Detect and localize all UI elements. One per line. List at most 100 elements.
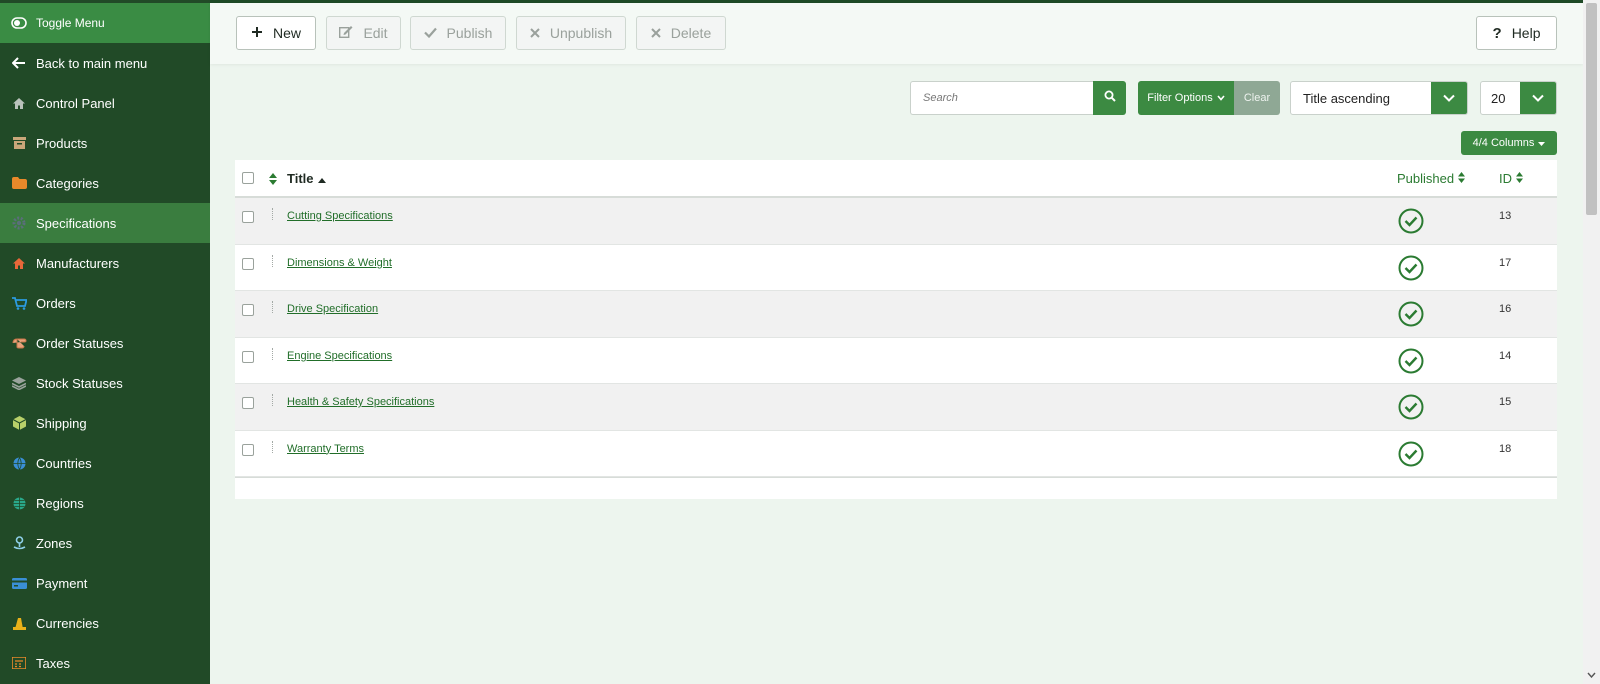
row-title-link[interactable]: Health & Safety Specifications: [287, 396, 434, 408]
sidebar-item-label: Control Panel: [36, 95, 115, 111]
drag-handle-icon[interactable]: [272, 347, 274, 360]
main-content: New Edit Publish Unpublish Delete ? Help…: [210, 3, 1583, 684]
sidebar-item-shipping[interactable]: Shipping: [0, 403, 210, 443]
sidebar-item-countries[interactable]: Countries: [0, 443, 210, 483]
row-checkbox[interactable]: [242, 350, 254, 363]
help-button[interactable]: ? Help: [1476, 16, 1557, 50]
times-icon: [651, 26, 661, 41]
row-id: 18: [1499, 442, 1512, 455]
sidebar-item-products[interactable]: Products: [0, 123, 210, 163]
edit-button[interactable]: Edit: [326, 16, 401, 50]
sidebar-item-payment[interactable]: Payment: [0, 563, 210, 603]
sidebar-item-label: Stock Statuses: [36, 375, 123, 391]
search-button[interactable]: [1093, 81, 1126, 115]
published-check-icon[interactable]: [1398, 348, 1424, 379]
delete-button[interactable]: Delete: [636, 16, 726, 50]
row-id: 15: [1499, 396, 1512, 408]
row-title-link[interactable]: Drive Specification: [287, 303, 378, 315]
table-row: Cutting Specifications 13: [235, 198, 1557, 245]
scroll-down-arrow-icon[interactable]: [1587, 670, 1596, 680]
sidebar-item-label: Back to main menu: [36, 55, 148, 71]
sidebar-item-orders[interactable]: Orders: [0, 283, 210, 323]
columns-button[interactable]: 4/4 Columns: [1461, 131, 1557, 155]
search-input[interactable]: [910, 81, 1094, 115]
sidebar-item-back[interactable]: Back to main menu: [0, 43, 210, 83]
publish-button-label: Publish: [446, 25, 493, 41]
row-title-link[interactable]: Engine Specifications: [287, 350, 392, 362]
sidebar-item-control-panel[interactable]: Control Panel: [0, 83, 210, 123]
caret-down-icon: [1538, 137, 1546, 149]
column-header-title[interactable]: Title: [287, 171, 326, 186]
cog-icon: [0, 216, 36, 230]
row-title-link[interactable]: Dimensions & Weight: [287, 257, 392, 269]
plus-icon: [251, 26, 263, 41]
factory-icon: [0, 257, 36, 270]
published-check-icon[interactable]: [1398, 208, 1424, 239]
published-check-icon[interactable]: [1398, 394, 1424, 425]
sidebar-item-toggle-menu[interactable]: Toggle Menu: [0, 3, 210, 43]
specifications-table: Title Published ID Cutting Specification…: [235, 160, 1557, 499]
layers-icon: [0, 376, 36, 390]
sidebar-item-zones[interactable]: Zones: [0, 523, 210, 563]
row-checkbox[interactable]: [242, 211, 254, 223]
sidebar-item-taxes[interactable]: Taxes: [0, 643, 210, 683]
sort-icon: [1516, 171, 1523, 186]
drag-handle-icon[interactable]: [272, 440, 274, 453]
edit-icon: [339, 25, 353, 41]
row-checkbox[interactable]: [242, 443, 254, 456]
calculator-icon: [0, 657, 36, 669]
edit-button-label: Edit: [363, 25, 388, 41]
cart-icon: [0, 296, 36, 310]
column-header-id-label: ID: [1499, 171, 1512, 186]
table-row: Dimensions & Weight 17: [235, 244, 1557, 291]
filter-options-button[interactable]: Filter Options: [1138, 81, 1234, 115]
filter-options-label: Filter Options: [1147, 92, 1213, 104]
table-header: Title Published ID: [235, 160, 1557, 198]
sidebar-item-order-statuses[interactable]: Order Statuses: [0, 323, 210, 363]
sidebar-item-categories[interactable]: Categories: [0, 163, 210, 203]
limit-select[interactable]: 20: [1480, 81, 1557, 115]
row-title-link[interactable]: Cutting Specifications: [287, 210, 393, 222]
published-check-icon[interactable]: [1398, 441, 1424, 472]
new-button[interactable]: New: [236, 16, 316, 50]
sort-icon[interactable]: [269, 172, 277, 190]
row-checkbox[interactable]: [242, 304, 254, 316]
sidebar-item-specifications[interactable]: Specifications: [0, 203, 210, 243]
sidebar-item-manufacturers[interactable]: Manufacturers: [0, 243, 210, 283]
published-check-icon[interactable]: [1398, 301, 1424, 332]
sidebar-item-stock-statuses[interactable]: Stock Statuses: [0, 363, 210, 403]
ordering-select[interactable]: Title ascending: [1290, 81, 1468, 115]
pin-icon: [0, 536, 36, 550]
published-check-icon[interactable]: [1398, 255, 1424, 286]
column-header-published[interactable]: Published: [1397, 171, 1466, 186]
table-footer: [235, 477, 1557, 499]
search-icon: [1104, 89, 1116, 107]
page-scrollbar[interactable]: [1583, 0, 1600, 684]
sidebar-item-label: Zones: [36, 535, 73, 551]
drag-handle-icon[interactable]: [272, 394, 274, 406]
publish-button[interactable]: Publish: [410, 16, 506, 50]
row-checkbox[interactable]: [242, 397, 254, 409]
drag-handle-icon[interactable]: [272, 208, 274, 220]
chevron-down-icon: [1217, 92, 1225, 104]
delete-button-label: Delete: [670, 25, 712, 41]
unpublish-button[interactable]: Unpublish: [516, 16, 626, 50]
sidebar-item-label: Products: [36, 135, 88, 151]
sidebar-item-label: Manufacturers: [36, 255, 120, 271]
sidebar-item-currencies[interactable]: Currencies: [0, 603, 210, 643]
select-all-checkbox[interactable]: [242, 172, 254, 184]
table-row: Engine Specifications 14: [235, 337, 1557, 384]
column-header-id[interactable]: ID: [1499, 171, 1523, 186]
drag-handle-icon[interactable]: [272, 254, 274, 267]
row-title-link[interactable]: Warranty Terms: [287, 443, 364, 455]
table-row: Warranty Terms 18: [235, 430, 1557, 477]
row-checkbox[interactable]: [242, 257, 254, 270]
sidebar-item-regions[interactable]: Regions: [0, 483, 210, 523]
sidebar-item-label: Specifications: [36, 215, 117, 231]
help-button-label: Help: [1511, 25, 1541, 41]
scrollbar-thumb[interactable]: [1586, 3, 1597, 215]
clear-button-label: Clear: [1243, 92, 1271, 104]
drag-handle-icon[interactable]: [272, 301, 274, 313]
sidebar-item-label: Payment: [36, 575, 88, 591]
clear-button[interactable]: Clear: [1234, 81, 1280, 115]
